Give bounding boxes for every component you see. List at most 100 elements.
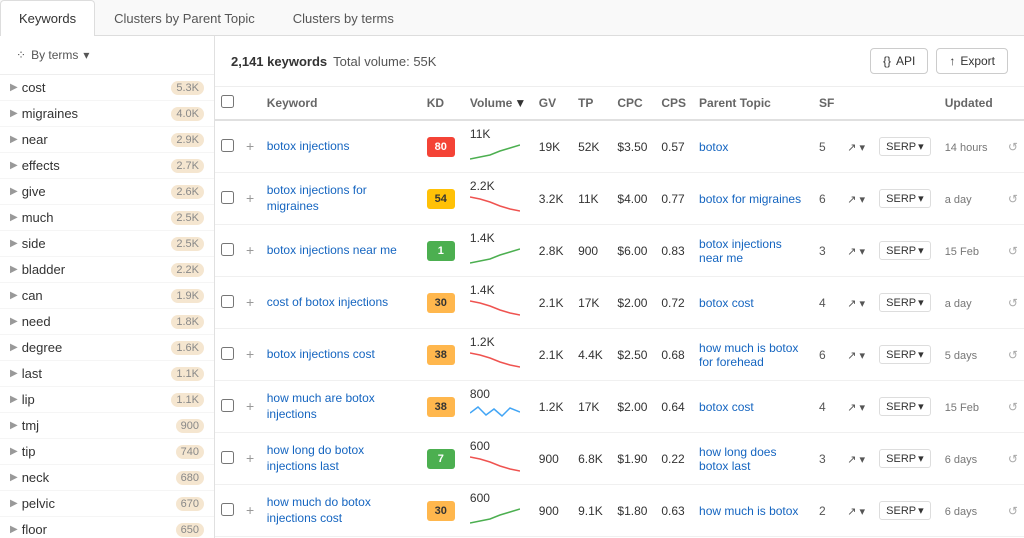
trend-sparkline [470,505,520,527]
th-volume[interactable]: Volume ▼ [464,87,533,120]
serp-button[interactable]: SERP ▾ [879,345,931,364]
keyword-link[interactable]: how much do botox injections cost [267,495,371,525]
th-gv[interactable]: GV [533,87,572,120]
parent-topic-link[interactable]: botox cost [699,400,754,414]
serp-button[interactable]: SERP ▾ [879,189,931,208]
th-cps[interactable]: CPS [655,87,693,120]
sidebar-item-tmj[interactable]: ▶ tmj 900 [0,413,214,439]
volume-value: 11K [470,127,490,141]
add-keyword-button[interactable]: + [246,450,254,466]
serp-button[interactable]: SERP ▾ [879,293,931,312]
th-tp[interactable]: TP [572,87,611,120]
add-keyword-button[interactable]: + [246,346,254,362]
tab-clusters-parent[interactable]: Clusters by Parent Topic [95,0,274,36]
parent-topic-link[interactable]: botox [699,140,728,154]
add-keyword-button[interactable]: + [246,242,254,258]
row-checkbox[interactable] [221,347,234,360]
add-keyword-button[interactable]: + [246,138,254,154]
parent-topic-link[interactable]: how much is botox [699,504,798,518]
api-button[interactable]: {} API [870,48,928,74]
th-parent-topic[interactable]: Parent Topic [693,87,813,120]
row-checkbox-cell [215,120,240,173]
th-keyword[interactable]: Keyword [261,87,421,120]
sidebar-item-neck[interactable]: ▶ neck 680 [0,465,214,491]
sidebar-item-count: 2.7K [171,159,204,173]
row-checkbox-cell [215,485,240,537]
row-checkbox[interactable] [221,295,234,308]
content-header: 2,141 keywords Total volume: 55K {} API … [215,36,1024,87]
sidebar-item-effects[interactable]: ▶ effects 2.7K [0,153,214,179]
tab-clusters-terms[interactable]: Clusters by terms [274,0,413,36]
sidebar-item-give[interactable]: ▶ give 2.6K [0,179,214,205]
th-sf[interactable]: SF [813,87,841,120]
sidebar-item-migraines[interactable]: ▶ migraines 4.0K [0,101,214,127]
refresh-icon[interactable]: ↺ [1008,244,1018,258]
sidebar-item-degree[interactable]: ▶ degree 1.6K [0,335,214,361]
sidebar-item-much[interactable]: ▶ much 2.5K [0,205,214,231]
serp-button[interactable]: SERP ▾ [879,501,931,520]
row-checkbox[interactable] [221,503,234,516]
row-cpc-cell: $1.80 [611,485,655,537]
sidebar-item-bladder[interactable]: ▶ bladder 2.2K [0,257,214,283]
sidebar-item-floor[interactable]: ▶ floor 650 [0,517,214,538]
th-checkbox[interactable] [215,87,240,120]
row-checkbox[interactable] [221,451,234,464]
select-all-checkbox[interactable] [221,95,234,108]
add-keyword-button[interactable]: + [246,398,254,414]
sf-value: 3 [819,244,826,258]
refresh-icon[interactable]: ↺ [1008,400,1018,414]
refresh-icon[interactable]: ↺ [1008,452,1018,466]
sidebar-item-label: neck [22,470,49,485]
sidebar-item-near[interactable]: ▶ near 2.9K [0,127,214,153]
sidebar-item-cost[interactable]: ▶ cost 5.3K [0,75,214,101]
sidebar-item-last[interactable]: ▶ last 1.1K [0,361,214,387]
tab-keywords[interactable]: Keywords [0,0,95,36]
refresh-icon[interactable]: ↺ [1008,192,1018,206]
row-cpc-cell: $6.00 [611,225,655,277]
parent-topic-link[interactable]: botox injections near me [699,237,782,265]
add-keyword-button[interactable]: + [246,502,254,518]
sidebar-item-tip[interactable]: ▶ tip 740 [0,439,214,465]
filter-by-terms-button[interactable]: ⁘ By terms ▾ [10,44,95,66]
row-tp-cell: 6.8K [572,433,611,485]
refresh-icon[interactable]: ↺ [1008,140,1018,154]
serp-button[interactable]: SERP ▾ [879,241,931,260]
keyword-link[interactable]: botox injections [267,139,350,153]
parent-topic-link[interactable]: botox for migraines [699,192,801,206]
serp-button[interactable]: SERP ▾ [879,137,931,156]
trend-arrow-icon: ↗ ▾ [847,246,865,258]
refresh-icon[interactable]: ↺ [1008,296,1018,310]
keyword-link[interactable]: how long do botox injections last [267,443,364,473]
parent-topic-link[interactable]: how much is botox for forehead [699,341,798,369]
th-cpc[interactable]: CPC [611,87,655,120]
refresh-icon[interactable]: ↺ [1008,504,1018,518]
keyword-link[interactable]: cost of botox injections [267,295,388,309]
serp-button[interactable]: SERP ▾ [879,449,931,468]
row-checkbox[interactable] [221,139,234,152]
keyword-link[interactable]: botox injections cost [267,347,375,361]
row-checkbox[interactable] [221,191,234,204]
trend-arrow-icon: ↗ ▾ [847,454,865,466]
table-row: + how long do botox injections last 7 60… [215,433,1024,485]
add-keyword-button[interactable]: + [246,190,254,206]
parent-topic-link[interactable]: how long does botox last [699,445,776,473]
keyword-link[interactable]: how much are botox injections [267,391,375,421]
th-kd[interactable]: KD [421,87,464,120]
row-checkbox[interactable] [221,243,234,256]
serp-chevron-icon: ▾ [918,452,924,465]
th-updated[interactable]: Updated [939,87,1002,120]
keyword-link[interactable]: botox injections near me [267,243,397,257]
sidebar-item-pelvic[interactable]: ▶ pelvic 670 [0,491,214,517]
refresh-icon[interactable]: ↺ [1008,348,1018,362]
keyword-link[interactable]: botox injections for migraines [267,183,367,213]
sidebar-item-lip[interactable]: ▶ lip 1.1K [0,387,214,413]
sidebar-item-need[interactable]: ▶ need 1.8K [0,309,214,335]
parent-topic-link[interactable]: botox cost [699,296,754,310]
sidebar-item-can[interactable]: ▶ can 1.9K [0,283,214,309]
row-checkbox[interactable] [221,399,234,412]
sidebar-item-side[interactable]: ▶ side 2.5K [0,231,214,257]
serp-button[interactable]: SERP ▾ [879,397,931,416]
row-parent-cell: botox injections near me [693,225,813,277]
add-keyword-button[interactable]: + [246,294,254,310]
export-button[interactable]: ↑ Export [936,48,1008,74]
